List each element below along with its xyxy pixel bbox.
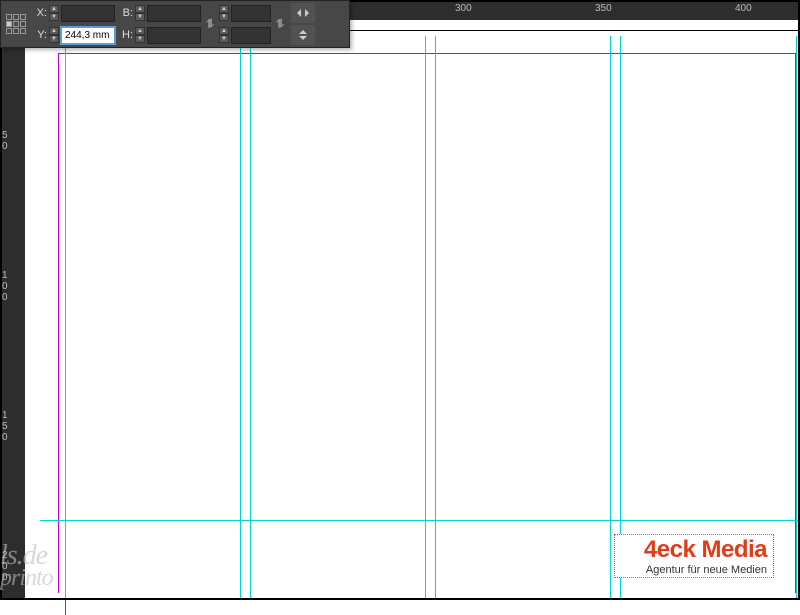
flip-horizontal-icon <box>295 7 311 19</box>
w-stepper[interactable]: ▲▼ <box>135 5 145 21</box>
link-wh-icon[interactable]: ⥮ <box>203 17 217 32</box>
column-guide[interactable] <box>620 36 621 600</box>
link-scale-icon[interactable]: ⥮ <box>273 17 287 32</box>
y-input[interactable] <box>61 27 115 44</box>
h-stepper[interactable]: ▲▼ <box>135 27 145 43</box>
ruler-top-mark: 300 <box>455 3 472 14</box>
w-label: B: <box>119 7 133 19</box>
watermark-line2: printo <box>0 568 53 590</box>
flip-horizontal-button[interactable] <box>291 3 315 23</box>
y-label: Y: <box>33 29 47 41</box>
ruler-left-mark: 100 <box>2 270 8 303</box>
flip-vertical-button[interactable] <box>291 25 315 45</box>
scale-x-stepper[interactable]: ▲▼ <box>219 5 229 21</box>
ruler-left-mark: 150 <box>2 410 8 443</box>
margin-guide <box>58 53 796 593</box>
column-guide[interactable] <box>610 36 611 600</box>
x-input[interactable] <box>61 5 115 22</box>
logo-subtitle: Agentur für neue Medien <box>621 564 767 576</box>
w-input[interactable] <box>147 5 201 22</box>
scale-y-stepper[interactable]: ▲▼ <box>219 27 229 43</box>
column-guide[interactable] <box>250 36 251 600</box>
x-label: X: <box>33 7 47 19</box>
column-guide[interactable] <box>240 36 241 600</box>
ruler-left-mark: 50 <box>2 130 8 152</box>
logo-title: 4eck Media <box>621 538 767 562</box>
logo-text-frame[interactable]: 4eck Media Agentur für neue Medien <box>614 534 774 578</box>
column-guide[interactable] <box>796 36 797 600</box>
scale-y-input[interactable] <box>231 27 271 44</box>
transform-panel: X: ▲▼ Y: ▲▼ B: ▲▼ H: ▲▼ ⥮ ▲▼ ▲▼ <box>0 0 350 48</box>
watermark: ls.de printo <box>0 543 53 590</box>
h-input[interactable] <box>147 27 201 44</box>
column-guide[interactable] <box>425 36 426 600</box>
ruler-top-mark: 350 <box>595 3 612 14</box>
document-canvas[interactable]: 4eck Media Agentur für neue Medien <box>25 20 800 600</box>
y-stepper[interactable]: ▲▼ <box>49 27 59 43</box>
column-guide[interactable] <box>435 36 436 600</box>
flip-vertical-icon <box>295 29 311 41</box>
ruler-vertical[interactable]: 50 100 150 200 <box>0 20 25 600</box>
reference-point-picker[interactable] <box>1 4 31 44</box>
x-stepper[interactable]: ▲▼ <box>49 5 59 21</box>
scale-x-input[interactable] <box>231 5 271 22</box>
row-guide[interactable] <box>40 520 800 521</box>
ruler-top-mark: 400 <box>735 3 752 14</box>
h-label: H: <box>119 29 133 41</box>
column-guide[interactable] <box>65 36 66 600</box>
